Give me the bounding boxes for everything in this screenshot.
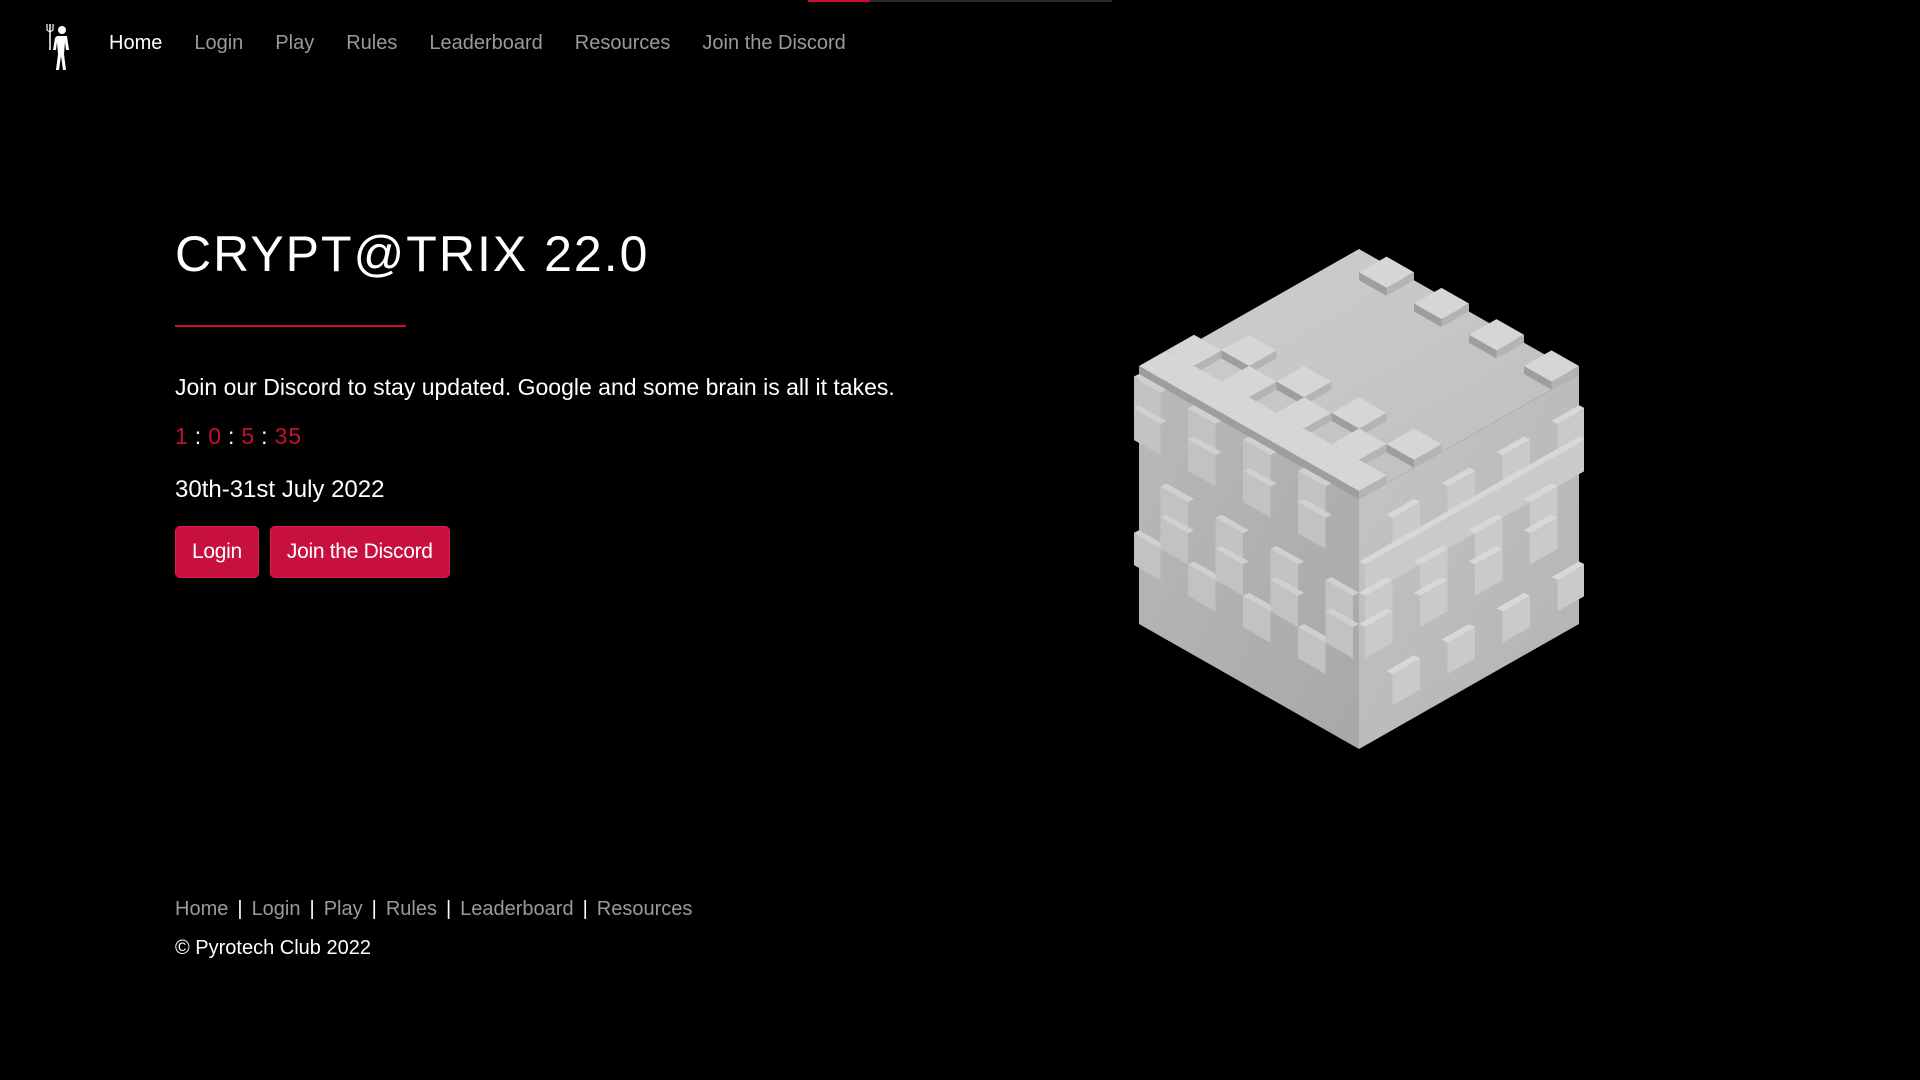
event-date: 30th-31st July 2022 — [175, 476, 385, 503]
page-title: CRYPT@TRIX 22.0 — [175, 226, 650, 282]
nav-login-link[interactable]: Login — [194, 32, 243, 55]
countdown-days: 1 — [175, 423, 189, 449]
title-underline — [175, 325, 406, 327]
countdown-separator: : — [261, 423, 269, 449]
countdown-hours: 0 — [208, 423, 222, 449]
countdown-separator: : — [194, 423, 203, 449]
join-discord-button[interactable]: Join the Discord — [269, 526, 450, 578]
nav-links: Home Login Play Rules Leaderboard Resour… — [109, 32, 878, 55]
footer-play-link[interactable]: Play — [324, 898, 363, 921]
countdown-separator: : — [227, 423, 236, 449]
hero-section: CRYPT@TRIX 22.0 Join our Discord to stay… — [175, 222, 935, 578]
voxel-cube-graphic — [1133, 249, 1585, 749]
footer-leaderboard-link[interactable]: Leaderboard — [460, 898, 573, 921]
copyright-text: © Pyrotech Club 2022 — [175, 937, 371, 959]
login-button[interactable]: Login — [175, 526, 259, 578]
footer-resources-link[interactable]: Resources — [597, 898, 693, 921]
footer-separator: | — [237, 898, 243, 920]
footer-separator: | — [445, 898, 452, 920]
trident-figure-logo-icon[interactable] — [44, 20, 78, 72]
nav-discord-link[interactable]: Join the Discord — [702, 32, 845, 55]
hero-buttons: Login Join the Discord — [175, 526, 935, 578]
footer-links: Home | Login | Play | Rules | Leaderboar… — [175, 898, 692, 921]
countdown-minutes: 5 — [241, 423, 256, 449]
footer-separator: | — [582, 898, 588, 920]
footer-separator: | — [371, 898, 377, 920]
nav-play-link[interactable]: Play — [275, 32, 314, 55]
nav-leaderboard-link[interactable]: Leaderboard — [429, 32, 542, 55]
nav-rules-link[interactable]: Rules — [346, 32, 397, 55]
countdown-seconds: 35 — [274, 423, 303, 449]
hero-description: Join our Discord to stay updated. Google… — [175, 374, 895, 400]
footer-login-link[interactable]: Login — [252, 898, 301, 921]
footer-separator: | — [309, 898, 315, 920]
nav-home-link[interactable]: Home — [109, 32, 162, 55]
footer: Home | Login | Play | Rules | Leaderboar… — [175, 898, 692, 960]
voxel-cube-illustration — [1133, 244, 1585, 754]
nav-resources-link[interactable]: Resources — [575, 32, 671, 55]
footer-rules-link[interactable]: Rules — [386, 898, 437, 921]
footer-home-link[interactable]: Home — [175, 898, 228, 921]
main-navigation: Home Login Play Rules Leaderboard Resour… — [0, 0, 1920, 92]
countdown-timer: 1:0:5:35 — [175, 423, 935, 450]
